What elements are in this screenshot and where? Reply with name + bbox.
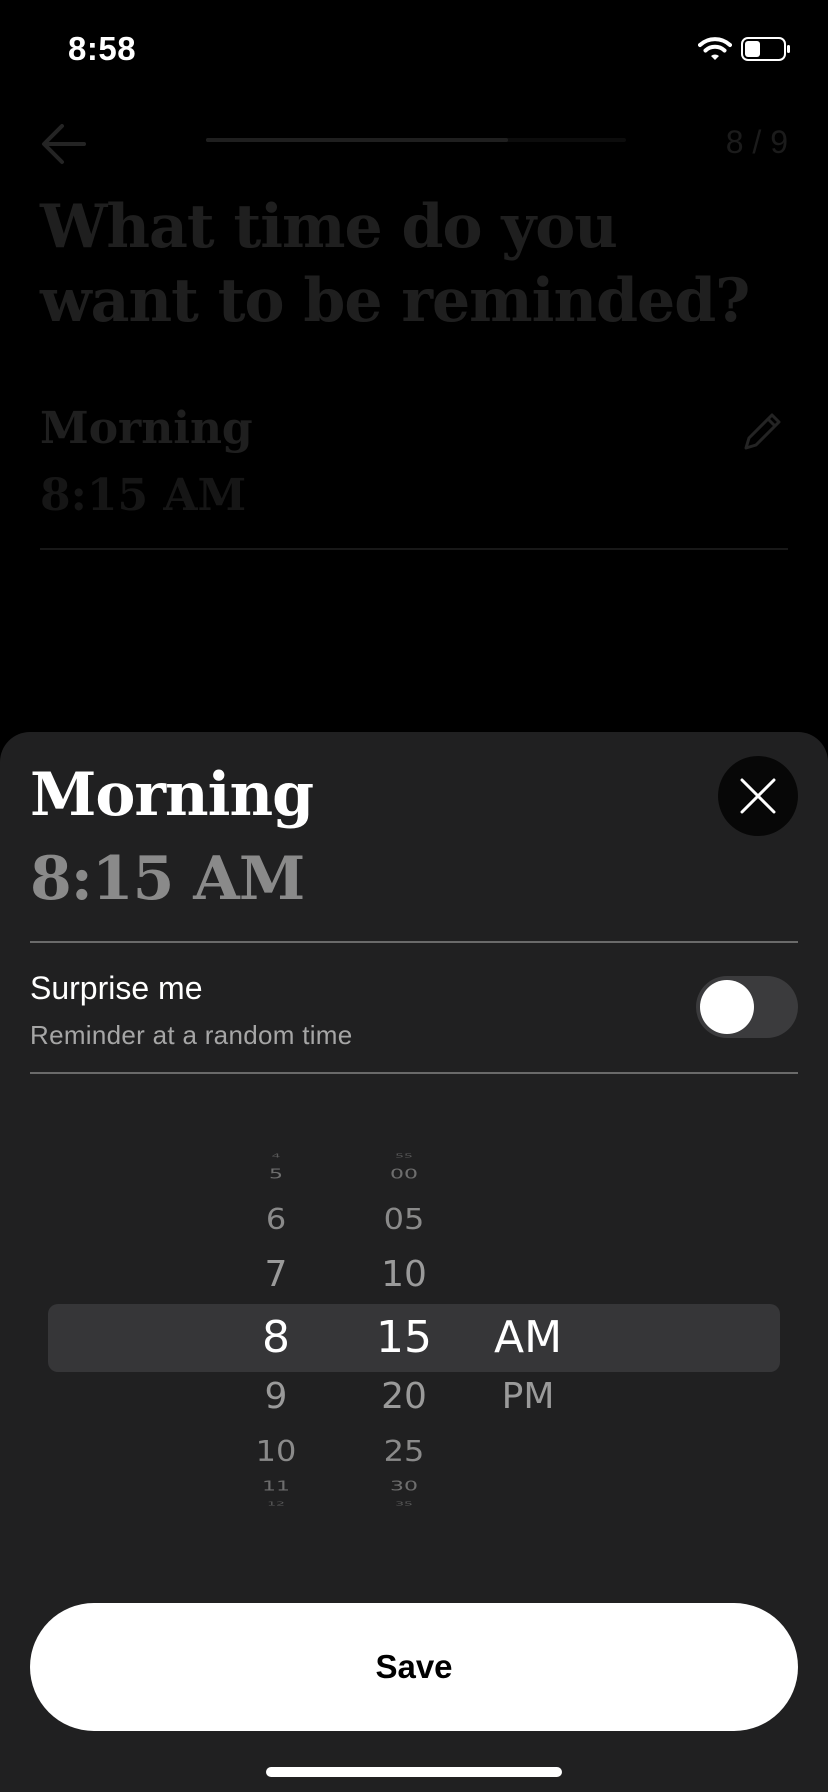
edit-pencil-icon[interactable] [740, 408, 786, 459]
minute-option[interactable]: 55 [344, 1153, 464, 1159]
minute-option[interactable]: 05 [344, 1202, 464, 1236]
question-title: What time do you want to be reminded? [40, 192, 750, 336]
progress-fill [206, 138, 509, 142]
am-pm-wheel[interactable]: AM PM [468, 1152, 588, 1512]
toggle-knob [700, 980, 754, 1034]
minute-option[interactable]: 35 [344, 1501, 464, 1507]
reminder-label: Morning [40, 403, 253, 454]
minute-option[interactable]: 25 [344, 1434, 464, 1468]
hour-option-selected[interactable]: 8 [216, 1312, 336, 1363]
reminder-time: 8:15 AM [40, 470, 247, 521]
sheet-title: Morning [30, 760, 314, 830]
battery-icon [741, 37, 791, 61]
period-option-selected[interactable]: AM [468, 1312, 588, 1363]
hour-option[interactable]: 7 [216, 1254, 336, 1295]
back-arrow-icon[interactable] [40, 122, 88, 171]
divider-bottom [30, 1072, 798, 1074]
surprise-me-toggle[interactable] [696, 976, 798, 1038]
status-time: 8:58 [68, 30, 137, 67]
save-button[interactable]: Save [30, 1603, 798, 1731]
hour-option[interactable]: 10 [216, 1434, 336, 1468]
background-screen: 8 / 9 What time do you want to be remind… [0, 100, 828, 740]
minute-option-selected[interactable]: 15 [344, 1312, 464, 1363]
time-picker-sheet: Morning 8:15 AM Surprise me Reminder at … [0, 732, 828, 1792]
hour-option[interactable]: 5 [216, 1167, 336, 1182]
hour-option[interactable]: 4 [216, 1153, 336, 1159]
wifi-icon [698, 36, 732, 67]
hour-option[interactable]: 11 [216, 1479, 336, 1494]
minute-option[interactable]: 30 [344, 1479, 464, 1494]
hour-wheel[interactable]: 4 5 6 7 8 9 10 11 12 [216, 1152, 336, 1512]
surprise-me-description: Reminder at a random time [30, 1020, 353, 1050]
time-picker[interactable]: 4 5 6 7 8 9 10 11 12 55 00 05 10 15 20 25 30 35 AM PM [48, 1152, 780, 1512]
period-option[interactable]: PM [468, 1376, 588, 1417]
hour-option[interactable]: 6 [216, 1202, 336, 1236]
progress-bar [206, 138, 626, 142]
home-indicator [266, 1767, 562, 1777]
hour-option[interactable]: 9 [216, 1376, 336, 1417]
close-button[interactable] [718, 756, 798, 836]
status-bar: 8:58 [0, 0, 828, 100]
step-counter: 8 / 9 [725, 124, 788, 160]
minute-option[interactable]: 20 [344, 1376, 464, 1417]
close-icon [740, 778, 776, 814]
minute-wheel[interactable]: 55 00 05 10 15 20 25 30 35 [344, 1152, 464, 1512]
background-divider [40, 548, 788, 550]
minute-option[interactable]: 00 [344, 1167, 464, 1182]
minute-option[interactable]: 10 [344, 1254, 464, 1295]
hour-option[interactable]: 12 [216, 1501, 336, 1507]
divider-top [30, 941, 798, 943]
surprise-me-label: Surprise me [30, 970, 203, 1006]
sheet-time: 8:15 AM [30, 844, 305, 914]
